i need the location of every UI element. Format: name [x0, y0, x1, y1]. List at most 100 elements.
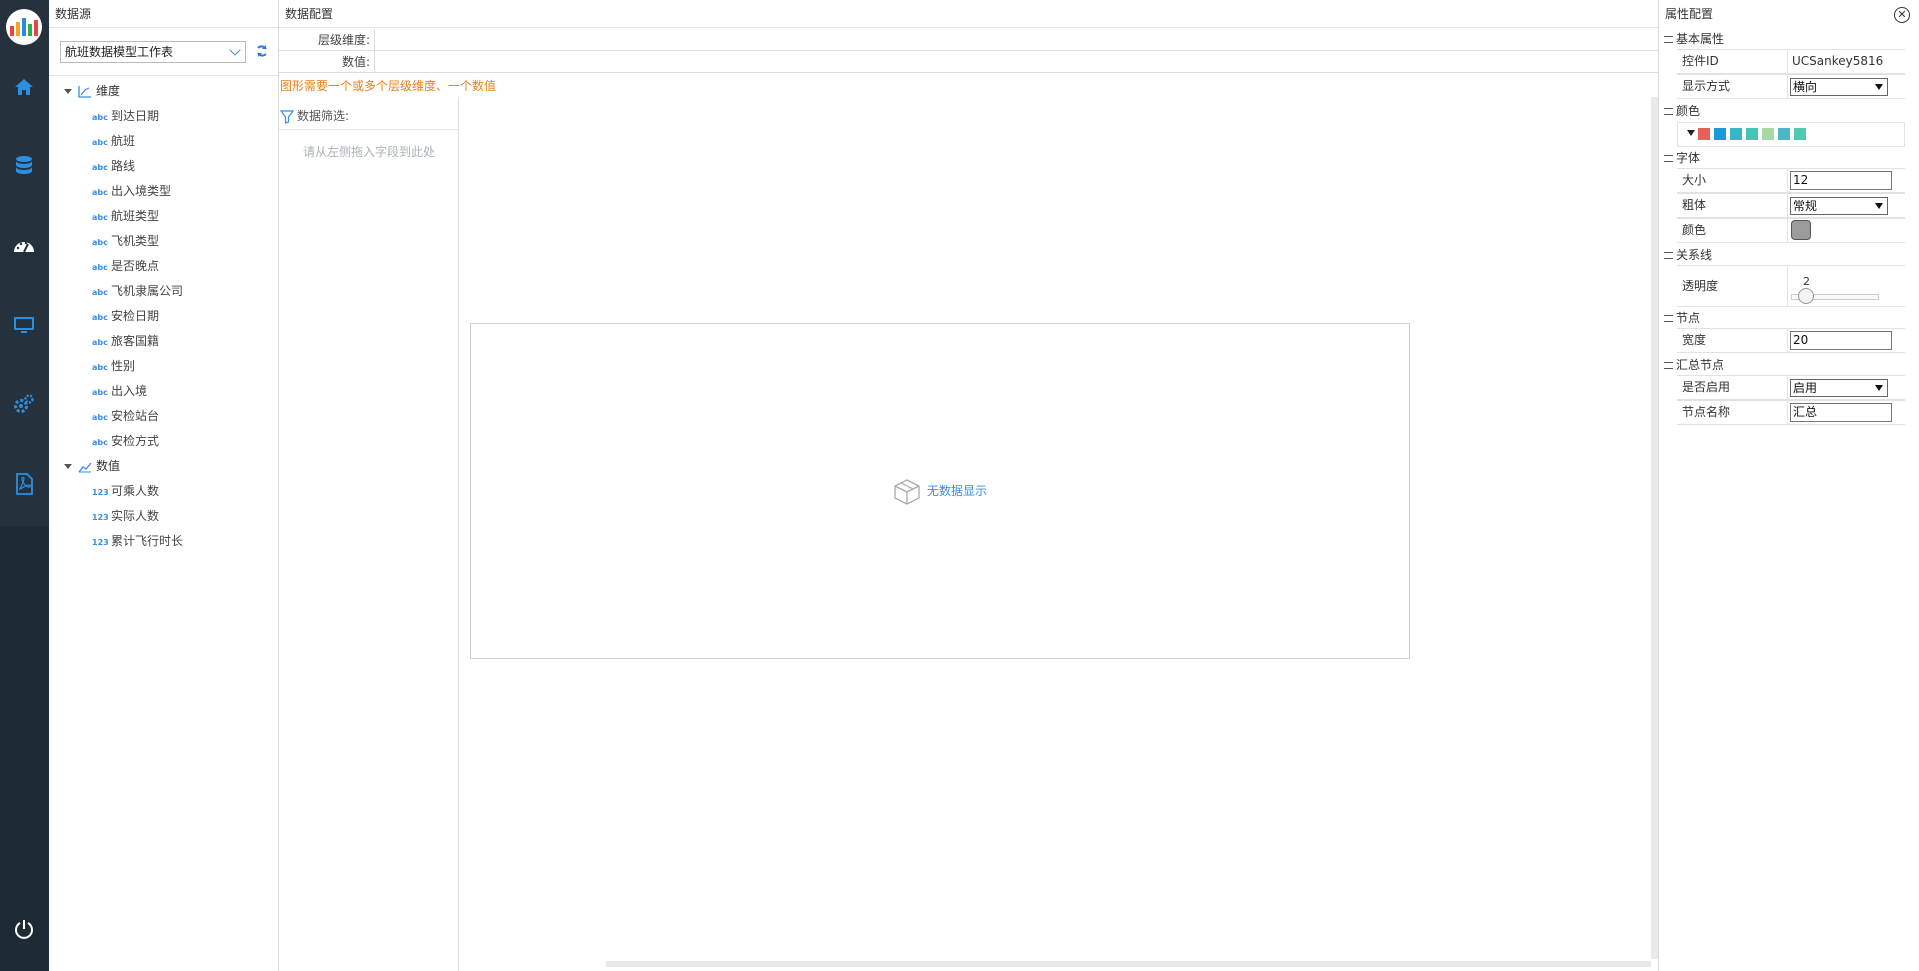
prop-value: UCSankey5816: [1792, 54, 1884, 68]
prop-row-enabled: 是否启用 启用: [1677, 375, 1905, 400]
measure-field[interactable]: 123 累计飞行时长: [92, 531, 183, 551]
field-label: 安检日期: [111, 309, 160, 323]
tree-group-dimensions[interactable]: 维度: [64, 81, 120, 101]
enabled-select[interactable]: 启用: [1790, 379, 1888, 397]
text-type-icon: abc: [92, 388, 108, 397]
home-icon[interactable]: [12, 75, 36, 99]
color-palette[interactable]: [1677, 122, 1905, 147]
filter-dropzone[interactable]: [279, 97, 459, 971]
color-swatch[interactable]: [1714, 128, 1726, 140]
text-type-icon: abc: [92, 313, 108, 322]
section-color[interactable]: 颜色: [1664, 102, 1700, 120]
level-dimension-dropzone[interactable]: 层级维度:: [279, 29, 1658, 51]
dimension-field[interactable]: abc 飞机类型: [92, 231, 159, 251]
tree-group-measures[interactable]: 数值: [64, 456, 120, 476]
text-type-icon: abc: [92, 438, 108, 447]
select-value: 横向: [1793, 80, 1818, 94]
divider: [279, 129, 459, 130]
monitor-icon[interactable]: [12, 313, 36, 337]
value-dropzone[interactable]: 数值:: [279, 51, 1658, 73]
dimension-field[interactable]: abc 出入境类型: [92, 181, 171, 201]
section-label: 关系线: [1676, 248, 1713, 262]
empty-state: 无数据显示: [893, 477, 987, 505]
pdf-icon[interactable]: [12, 472, 36, 496]
color-swatch[interactable]: [1778, 128, 1790, 140]
text-type-icon: abc: [92, 413, 108, 422]
prop-row-opacity: 透明度 2: [1677, 265, 1905, 307]
field-label: 飞机隶属公司: [111, 284, 184, 298]
refresh-icon[interactable]: [255, 44, 269, 58]
settings-icon[interactable]: [12, 392, 36, 416]
color-swatch[interactable]: [1698, 128, 1710, 140]
text-type-icon: abc: [92, 363, 108, 372]
section-node[interactable]: 节点: [1664, 309, 1700, 327]
chevron-down-icon: [229, 44, 241, 56]
field-label: 飞机类型: [111, 234, 160, 248]
node-width-input[interactable]: 20: [1790, 331, 1892, 350]
dimension-field[interactable]: abc 路线: [92, 156, 135, 176]
collapse-icon[interactable]: [64, 464, 72, 469]
collapse-icon[interactable]: [1664, 315, 1673, 322]
node-name-input[interactable]: 汇总: [1790, 403, 1892, 422]
collapse-icon[interactable]: [1664, 155, 1673, 162]
field-label: 性别: [111, 359, 136, 373]
section-link[interactable]: 关系线: [1664, 246, 1712, 264]
color-swatch[interactable]: [1746, 128, 1758, 140]
text-type-icon: abc: [92, 288, 108, 297]
color-swatch[interactable]: [1794, 128, 1806, 140]
dimension-field[interactable]: abc 安检日期: [92, 306, 159, 326]
prop-label: 颜色: [1677, 219, 1788, 242]
font-color-picker[interactable]: [1791, 220, 1811, 240]
dimension-field[interactable]: abc 安检站台: [92, 406, 159, 426]
logo-bar: [22, 18, 26, 36]
prop-row-control-id: 控件ID UCSankey5816: [1677, 49, 1905, 74]
prop-label: 粗体: [1677, 194, 1788, 217]
section-summary[interactable]: 汇总节点: [1664, 356, 1724, 374]
opacity-slider-thumb[interactable]: [1798, 288, 1814, 304]
color-swatch[interactable]: [1730, 128, 1742, 140]
power-icon[interactable]: [12, 917, 36, 941]
text-type-icon: abc: [92, 113, 108, 122]
section-basic[interactable]: 基本属性: [1664, 30, 1724, 48]
logo-bar: [28, 24, 32, 36]
dimension-field[interactable]: abc 安检方式: [92, 431, 159, 451]
prop-label: 透明度: [1677, 266, 1788, 306]
database-icon[interactable]: [12, 154, 36, 178]
collapse-icon[interactable]: [1664, 252, 1673, 259]
dimension-field[interactable]: abc 是否晚点: [92, 256, 159, 276]
dimension-field[interactable]: abc 到达日期: [92, 106, 159, 126]
dimension-field[interactable]: abc 飞机隶属公司: [92, 281, 183, 301]
horizontal-scrollbar[interactable]: [606, 961, 1651, 967]
logo-icon[interactable]: [6, 9, 42, 45]
dimension-field[interactable]: abc 性别: [92, 356, 135, 376]
close-button[interactable]: ✕: [1894, 7, 1910, 23]
filter-label: 数据筛选:: [297, 109, 350, 123]
field-label: 安检站台: [111, 409, 160, 423]
dashboard-icon[interactable]: [12, 234, 36, 258]
collapse-icon[interactable]: [1664, 108, 1673, 115]
measure-field[interactable]: 123 实际人数: [92, 506, 159, 526]
collapse-icon[interactable]: [1664, 362, 1673, 369]
dimension-field[interactable]: abc 出入境: [92, 381, 147, 401]
section-font[interactable]: 字体: [1664, 149, 1700, 167]
display-mode-select[interactable]: 横向: [1790, 78, 1888, 96]
dimension-field[interactable]: abc 航班: [92, 131, 135, 151]
datasource-select-value: 航班数据模型工作表: [65, 45, 174, 59]
collapse-icon[interactable]: [1664, 36, 1673, 43]
dimension-field[interactable]: abc 航班类型: [92, 206, 159, 226]
text-type-icon: abc: [92, 338, 108, 347]
font-size-input[interactable]: 12: [1790, 171, 1892, 190]
vertical-scrollbar[interactable]: [1651, 97, 1658, 959]
datasource-select[interactable]: 航班数据模型工作表: [60, 41, 246, 63]
field-label: 旅客国籍: [111, 334, 160, 348]
collapse-icon[interactable]: [64, 89, 72, 94]
measure-field[interactable]: 123 可乘人数: [92, 481, 159, 501]
dropdown-arrow-icon[interactable]: [1687, 130, 1695, 136]
bold-select[interactable]: 常规: [1790, 197, 1888, 215]
dimension-field[interactable]: abc 旅客国籍: [92, 331, 159, 351]
slider-value: 2: [1803, 275, 1810, 288]
color-swatch[interactable]: [1762, 128, 1774, 140]
tree-group-label: 维度: [96, 84, 121, 98]
text-type-icon: abc: [92, 188, 108, 197]
measure-icon: [78, 462, 92, 472]
